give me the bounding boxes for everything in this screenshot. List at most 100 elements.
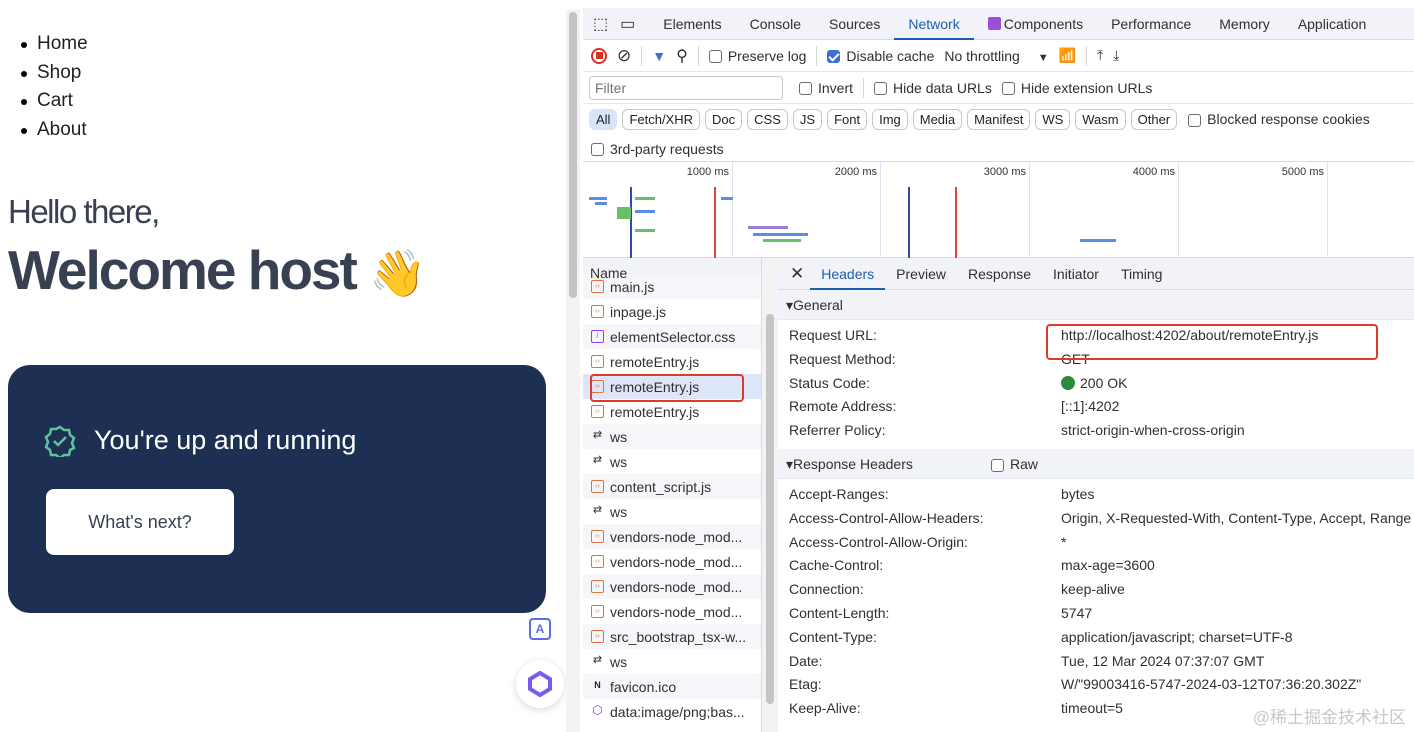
network-conditions-icon[interactable]: 📶 — [1059, 47, 1076, 64]
header-key: Cache-Control: — [789, 557, 884, 574]
nav-cart[interactable]: Cart — [21, 87, 88, 116]
hide-extension-urls-checkbox[interactable]: Hide extension URLs — [1001, 80, 1152, 96]
type-ws[interactable]: WS — [1035, 108, 1071, 130]
type-all[interactable]: All — [589, 108, 618, 130]
hide-data-urls-checkbox[interactable]: Hide data URLs — [874, 80, 992, 96]
tab-response[interactable]: Response — [957, 258, 1042, 290]
inspect-element-icon[interactable]: ⬚ — [583, 14, 616, 34]
header-key: Date: — [789, 652, 823, 669]
tab-timing[interactable]: Timing — [1110, 258, 1174, 290]
type-doc[interactable]: Doc — [705, 108, 743, 130]
translate-icon[interactable]: A — [529, 618, 551, 640]
chevron-down-icon: ▼ — [1037, 51, 1049, 64]
request-row[interactable]: ‹› vendors-node_mod... — [583, 524, 761, 549]
invert-label: Invert — [818, 79, 854, 96]
tab-network[interactable]: Network — [894, 8, 974, 40]
header-value: Origin, X-Requested-With, Content-Type, … — [1061, 509, 1412, 526]
request-row[interactable]: ‹› main.js — [583, 274, 761, 299]
throttling-select[interactable]: No throttling ▼ — [944, 48, 1048, 64]
page-scrollbar[interactable] — [566, 10, 580, 732]
invert-checkbox[interactable]: Invert — [799, 80, 853, 96]
request-name: remoteEntry.js — [610, 403, 700, 420]
extension-logo-icon[interactable] — [516, 660, 564, 708]
request-row[interactable]: Nfavicon.ico — [583, 674, 761, 699]
type-css[interactable]: CSS — [747, 108, 788, 130]
type-img[interactable]: Img — [872, 108, 908, 130]
request-row[interactable]: ⇄ ws — [583, 499, 761, 524]
request-row[interactable]: ‹› remoteEntry.js — [583, 349, 761, 374]
type-other[interactable]: Other — [1130, 108, 1178, 130]
tab-initiator[interactable]: Initiator — [1042, 258, 1110, 290]
header-value: timeout=5 — [1061, 700, 1123, 717]
request-details: ✕ Headers Preview Response Initiator Tim… — [778, 258, 1414, 732]
tab-application[interactable]: Application — [1284, 8, 1381, 40]
waterfall-bar — [763, 239, 801, 242]
third-party-checkbox[interactable]: 3rd-party requests — [591, 141, 724, 157]
type-font[interactable]: Font — [827, 108, 868, 130]
request-row[interactable]: ⇄ ws — [583, 449, 761, 474]
request-row[interactable]: ‹› src_bootstrap_tsx-w... — [583, 624, 761, 649]
nav-shop[interactable]: Shop — [21, 59, 88, 88]
request-name: ws — [610, 453, 628, 470]
record-stop-icon[interactable] — [591, 47, 607, 64]
third-party-row: 3rd-party requests — [583, 134, 1414, 163]
react-icon — [987, 16, 1001, 30]
header-row: Status Code: 200 OK — [778, 372, 1414, 396]
raw-checkbox[interactable]: Raw — [991, 449, 1038, 479]
response-headers-section-header[interactable]: ▾Response Headers Raw — [778, 448, 1414, 479]
nav-home[interactable]: Home — [21, 30, 88, 59]
clear-icon[interactable]: ⊘ — [617, 46, 631, 66]
type-fetch-xhr[interactable]: Fetch/XHR — [622, 108, 701, 130]
waterfall-bar — [1080, 239, 1116, 242]
general-section-header[interactable]: ▾General — [778, 290, 1414, 320]
header-row: Etag: W/"99003416-5747-2024-03-12T07:36:2… — [778, 673, 1414, 697]
export-har-icon[interactable]: ⤓ — [1113, 47, 1119, 64]
tab-memory[interactable]: Memory — [1205, 8, 1284, 40]
disable-cache-checkbox[interactable]: Disable cache — [827, 48, 934, 64]
request-row[interactable]: ‹› vendors-node_mod... — [583, 549, 761, 574]
tab-sources[interactable]: Sources — [815, 8, 894, 40]
websocket-icon: ⇄ — [592, 454, 603, 466]
request-row[interactable]: ‹› vendors-node_mod... — [583, 574, 761, 599]
blocked-cookies-checkbox[interactable]: Blocked response cookies — [1188, 111, 1370, 127]
header-key: Referrer Policy: — [789, 422, 886, 439]
type-js[interactable]: JS — [792, 108, 823, 130]
search-icon[interactable]: ⚲ — [676, 46, 688, 66]
request-row[interactable]: ⬡ data:image/png;bas... — [583, 699, 761, 724]
status-dot-icon — [1061, 375, 1075, 390]
type-manifest[interactable]: Manifest — [967, 108, 1031, 130]
nav-about[interactable]: About — [21, 116, 88, 145]
type-wasm[interactable]: Wasm — [1075, 108, 1126, 130]
filter-input[interactable] — [589, 75, 783, 100]
timeline-overview[interactable]: 1000 ms 2000 ms 3000 ms 4000 ms 5000 ms — [583, 161, 1414, 259]
type-media[interactable]: Media — [912, 108, 963, 130]
header-key: Access-Control-Allow-Origin: — [789, 533, 968, 550]
request-row[interactable]: ⇄ ws — [583, 649, 761, 674]
request-row[interactable]: ‹› vendors-node_mod... — [583, 599, 761, 624]
filter-icon[interactable]: ▼ — [652, 48, 666, 64]
raw-label: Raw — [1010, 455, 1039, 472]
tab-console[interactable]: Console — [736, 8, 815, 40]
request-row[interactable]: ‹› remoteEntry.js — [583, 399, 761, 424]
header-key: Status Code: — [789, 374, 870, 391]
welcome-heading: Welcome host 👋 — [8, 238, 426, 302]
request-list-scrollbar[interactable] — [762, 258, 778, 732]
preserve-log-checkbox[interactable]: Preserve log — [708, 48, 806, 64]
tab-performance[interactable]: Performance — [1097, 8, 1205, 40]
tab-preview[interactable]: Preview — [885, 258, 957, 290]
request-row[interactable]: / elementSelector.css — [583, 324, 761, 349]
tab-headers[interactable]: Headers — [810, 258, 886, 290]
close-icon[interactable]: ✕ — [790, 264, 804, 284]
disable-cache-label: Disable cache — [846, 47, 935, 64]
whats-next-button[interactable]: What's next? — [46, 489, 234, 555]
import-har-icon[interactable]: ⤒ — [1097, 47, 1103, 64]
stylesheet-file-icon: / — [591, 330, 604, 343]
header-key: Content-Type: — [789, 628, 877, 645]
tab-components[interactable]: Components — [974, 8, 1097, 40]
request-name: vendors-node_mod... — [610, 553, 743, 570]
request-row[interactable]: ⇄ ws — [583, 424, 761, 449]
request-row[interactable]: ‹› content_script.js — [583, 474, 761, 499]
tab-elements[interactable]: Elements — [649, 8, 735, 40]
device-toolbar-icon[interactable]: ▭ — [616, 14, 649, 34]
request-row[interactable]: ‹› inpage.js — [583, 299, 761, 324]
